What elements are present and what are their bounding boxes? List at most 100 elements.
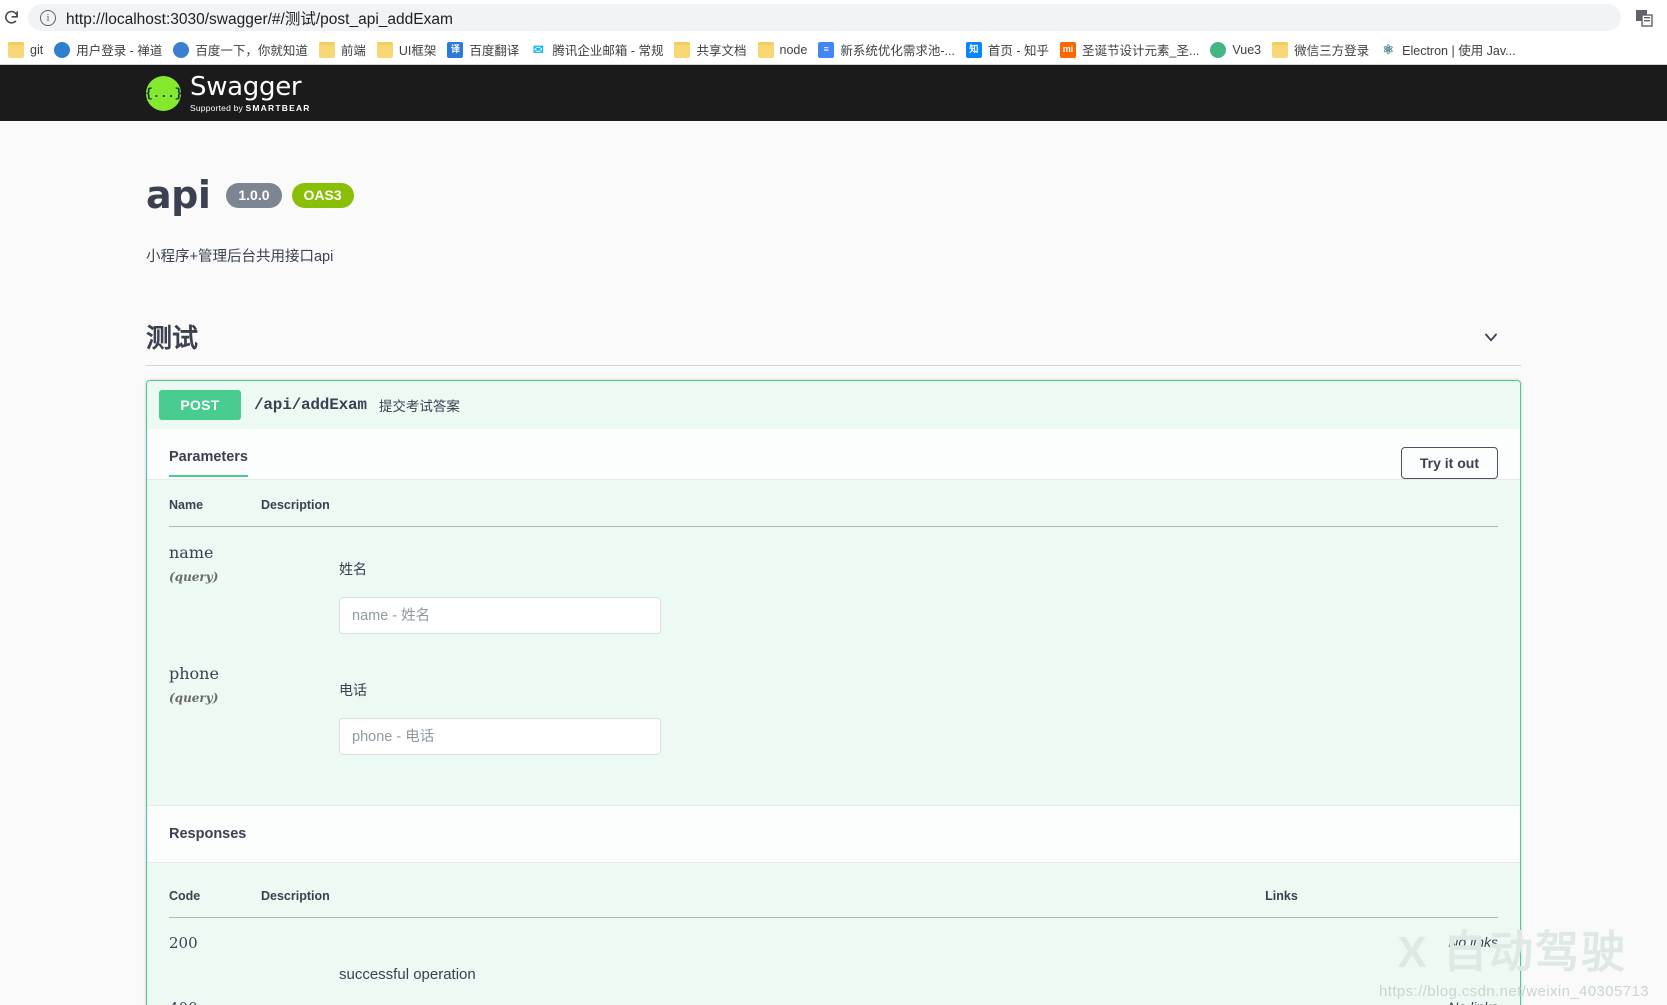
oas-badge[interactable]: OAS3 — [291, 182, 354, 208]
bookmark-item[interactable]: UI框架 — [373, 38, 444, 62]
bookmark-item[interactable]: 用户登录 - 禅道 — [50, 38, 169, 62]
responses-title: Responses — [147, 805, 1520, 863]
param-input-name[interactable] — [339, 597, 661, 634]
bookmark-label: 百度翻译 — [469, 44, 520, 58]
param-location: (query) — [169, 690, 219, 705]
response-links: No links — [1265, 983, 1498, 1005]
bookmark-item[interactable]: 百度一下，你就知道 — [169, 38, 315, 62]
bookmark-item[interactable]: ⚛ Electron | 使用 Jav... — [1376, 38, 1522, 62]
col-header-description: Description — [261, 498, 1498, 527]
browser-toolbar: i http://localhost:3030/swagger/#/测试/pos… — [0, 0, 1667, 35]
responses-section: Code Description Links 200 successful op… — [147, 863, 1520, 1005]
param-name-cell: phone (query) — [169, 648, 261, 769]
parameters-section: Name Description name (query) 姓名 name - … — [147, 480, 1520, 805]
bookmark-label: 前端 — [340, 44, 366, 58]
operation-block-post-addexam: POST /api/addExam 提交考试答案 Parameters Try … — [146, 380, 1521, 1005]
folder-icon — [318, 41, 335, 58]
document-icon: ≡ — [818, 41, 835, 58]
zhihu-icon: 知 — [965, 41, 982, 58]
address-bar[interactable]: i http://localhost:3030/swagger/#/测试/pos… — [28, 4, 1621, 31]
bookmark-label: Vue3 — [1232, 42, 1262, 57]
translate-icon: 译 — [447, 41, 464, 58]
bookmark-label: 首页 - 知乎 — [987, 44, 1050, 58]
bookmark-item[interactable]: Vue3 — [1206, 38, 1268, 62]
param-description: 电话 — [339, 682, 367, 698]
response-code: 200 — [169, 934, 198, 952]
globe-icon — [54, 41, 71, 58]
param-location: (query) — [169, 569, 219, 584]
folder-icon — [674, 41, 691, 58]
table-row: name (query) 姓名 — [169, 527, 1498, 649]
bookmark-item[interactable]: ✉ 腾讯企业邮箱 - 常规 — [526, 38, 670, 62]
responses-table: Code Description Links 200 successful op… — [169, 889, 1498, 1005]
bookmarks-bar: git 用户登录 - 禅道 百度一下，你就知道 前端 UI框架 译 百度翻译 ✉… — [0, 35, 1667, 64]
parameters-table-head: Name Description — [169, 498, 1498, 527]
operation-path: /api/addExam — [254, 396, 367, 414]
page-info-icon[interactable]: i — [40, 9, 56, 26]
bookmark-label: 共享文档 — [696, 44, 747, 58]
reload-icon[interactable] — [0, 5, 24, 31]
try-it-out-button[interactable]: Try it out — [1400, 447, 1498, 479]
bookmark-label: 用户登录 - 禅道 — [76, 44, 163, 58]
bookmark-item[interactable]: mi 圣诞节设计元素_圣... — [1056, 38, 1206, 62]
col-header-code: Code — [169, 889, 261, 918]
param-description: 姓名 — [339, 561, 367, 577]
bookmark-item[interactable]: 知 首页 - 知乎 — [962, 38, 1056, 62]
param-name: name — [169, 543, 214, 562]
bookmark-label: git — [30, 42, 44, 57]
param-name: phone — [169, 664, 219, 683]
bookmark-item[interactable]: ≡ 新系统优化需求池-... — [814, 38, 962, 62]
col-header-links: Links — [1265, 889, 1498, 918]
swagger-topbar: {...} Swagger Supported by SMARTBEAR — [0, 65, 1667, 121]
bookmark-item[interactable]: 前端 — [315, 38, 373, 62]
param-input-phone[interactable] — [339, 718, 661, 755]
api-description: 小程序+管理后台共用接口api — [146, 249, 334, 265]
table-row: 200 successful operation No links — [169, 918, 1498, 983]
col-header-description: Description — [261, 889, 1266, 918]
vue-icon — [1210, 41, 1227, 58]
page-title: api — [146, 173, 211, 217]
swagger-wordmark: Swagger — [190, 71, 302, 102]
response-description: successful operation — [339, 966, 476, 983]
table-row: phone (query) 电话 — [169, 648, 1498, 769]
swagger-supported-by: Supported by SMARTBEAR — [190, 102, 311, 113]
swagger-ui-page: {...} Swagger Supported by SMARTBEAR api… — [0, 65, 1667, 1005]
operation-summary-toggle[interactable]: POST /api/addExam 提交考试答案 — [147, 381, 1520, 429]
col-header-name: Name — [169, 498, 261, 527]
http-method-badge: POST — [159, 390, 241, 420]
tag-header-toggle[interactable]: 测试 — [146, 318, 1521, 366]
parameters-table: Name Description name (query) 姓名 name - … — [169, 498, 1498, 769]
bookmark-label: 腾讯企业邮箱 - 常规 — [552, 44, 664, 58]
table-row: 400 No links — [169, 983, 1498, 1005]
bookmark-item[interactable]: 微信三方登录 — [1268, 38, 1376, 62]
extension-icon[interactable] — [1627, 3, 1661, 33]
folder-icon — [376, 41, 393, 58]
bookmark-label: 微信三方登录 — [1294, 44, 1370, 58]
swagger-logo[interactable]: {...} Swagger Supported by SMARTBEAR — [145, 71, 311, 113]
folder-icon — [1272, 41, 1289, 58]
param-description-cell: 电话 — [261, 648, 1498, 769]
tab-parameters[interactable]: Parameters — [169, 449, 248, 477]
operation-body: Parameters Try it out Name Description n… — [147, 429, 1520, 1005]
address-bar-url: http://localhost:3030/swagger/#/测试/post_… — [66, 10, 453, 28]
response-description — [261, 999, 1265, 1005]
bookmark-label: 百度一下，你就知道 — [195, 44, 308, 58]
mi-icon: mi — [1060, 41, 1077, 58]
electron-icon: ⚛ — [1380, 41, 1397, 58]
bookmark-item[interactable]: node — [754, 38, 815, 62]
folder-icon — [8, 41, 24, 58]
bookmark-item[interactable]: git — [4, 38, 50, 62]
browser-chrome: i http://localhost:3030/swagger/#/测试/pos… — [0, 0, 1667, 65]
baidu-icon — [173, 41, 190, 58]
chevron-down-icon[interactable] — [1481, 327, 1501, 347]
bookmark-item[interactable]: 译 百度翻译 — [443, 38, 526, 62]
bookmark-label: UI框架 — [398, 44, 437, 58]
bookmark-item[interactable]: 共享文档 — [670, 38, 753, 62]
tag-section: 测试 POST /api/addExam 提交考试答案 Parameters T… — [146, 318, 1521, 1005]
version-badge: 1.0.0 — [226, 182, 282, 208]
response-code: 400 — [169, 983, 261, 1005]
parameters-tab-row: Parameters Try it out — [147, 429, 1520, 479]
swagger-mark-icon: {...} — [145, 75, 182, 111]
response-links: No links — [1448, 934, 1498, 950]
bookmark-label: node — [779, 42, 808, 57]
